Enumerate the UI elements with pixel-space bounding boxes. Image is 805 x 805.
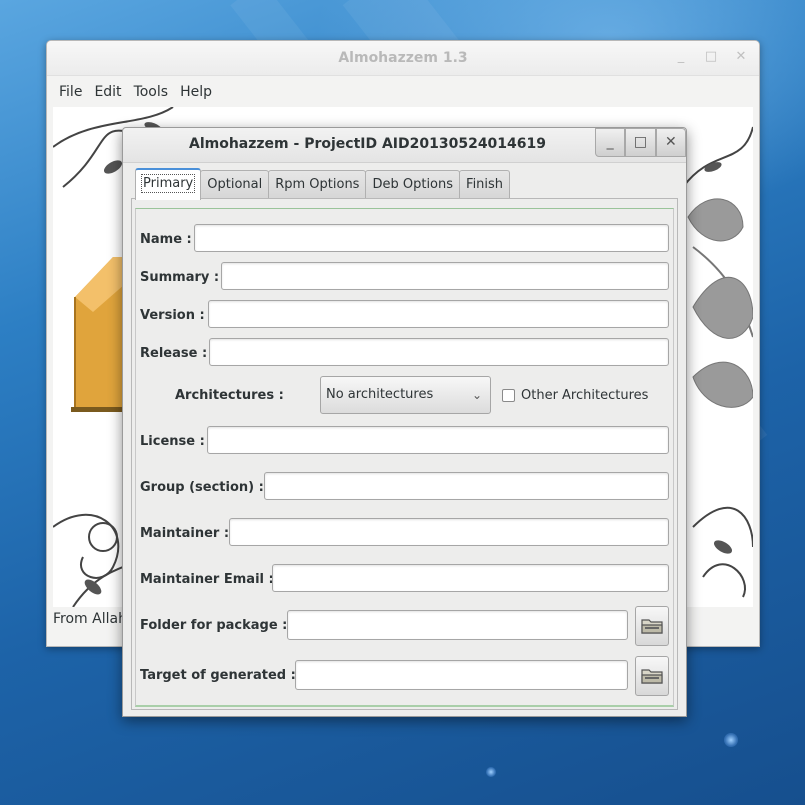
dialog-close-button[interactable]: ✕ [655,128,686,157]
tab-label: Rpm Options [275,177,360,192]
license-input[interactable] [207,426,669,454]
license-label: License : [140,434,205,449]
menu-tools[interactable]: Tools [128,84,175,100]
other-architectures-checkbox[interactable] [502,389,515,402]
tab-primary[interactable]: Primary [135,168,202,200]
release-label: Release : [140,346,208,361]
form-frame: Name : Summary : Version : Release : Arc… [135,208,674,707]
main-maximize-button[interactable]: □ [703,49,719,65]
menubar: File Edit Tools Help [47,76,759,108]
main-minimize-button[interactable]: _ [673,49,689,65]
menu-help[interactable]: Help [174,84,218,100]
status-text: From Allah [53,611,127,627]
tab-finish[interactable]: Finish [459,170,511,199]
tab-label: Primary [140,174,196,193]
tab-deb-options[interactable]: Deb Options [365,170,461,199]
main-window-title: Almohazzem 1.3 [338,50,468,66]
folder-icon [641,669,663,684]
folder-browse-button[interactable] [635,606,669,646]
maintainer-input[interactable] [229,518,669,546]
maintainer-email-input[interactable] [272,564,669,592]
main-close-button[interactable]: ✕ [733,49,749,65]
version-label: Version : [140,308,205,323]
tab-rpm-options[interactable]: Rpm Options [268,170,367,199]
architectures-combo[interactable]: No architectures ⌄ [320,376,491,414]
primary-tab-panel: Name : Summary : Version : Release : Arc… [131,198,678,710]
tab-bar: Primary Optional Rpm Options Deb Options… [135,168,511,200]
menu-edit[interactable]: Edit [88,84,127,100]
name-input[interactable] [194,224,669,252]
folder-input[interactable] [287,610,628,640]
other-architectures-label[interactable]: Other Architectures [521,388,648,403]
target-browse-button[interactable] [635,656,669,696]
summary-input[interactable] [221,262,669,290]
target-label: Target of generated : [140,668,296,683]
group-label: Group (section) : [140,480,264,495]
dialog-minimize-button[interactable]: _ [595,128,626,157]
main-titlebar[interactable]: Almohazzem 1.3 _ □ ✕ [47,41,759,76]
version-input[interactable] [208,300,669,328]
architectures-selected-value: No architectures [326,387,434,402]
wallpaper-sparkle [486,767,496,777]
wallpaper-sparkle [724,733,738,747]
name-label: Name : [140,232,192,247]
architectures-label: Architectures : [175,388,284,403]
chevron-down-icon: ⌄ [471,388,482,402]
project-dialog: Almohazzem - ProjectID AID20130524014619… [122,127,687,717]
tab-optional[interactable]: Optional [200,170,270,199]
dialog-window-controls: _ □ ✕ [595,128,686,157]
target-input[interactable] [295,660,628,690]
group-input[interactable] [264,472,669,500]
release-input[interactable] [209,338,669,366]
tab-label: Deb Options [372,177,454,192]
tab-label: Optional [207,177,263,192]
dialog-maximize-button[interactable]: □ [625,128,656,157]
maintainer-label: Maintainer : [140,526,230,541]
tab-label: Finish [466,177,504,192]
summary-label: Summary : [140,270,220,285]
maintainer-email-label: Maintainer Email : [140,572,274,587]
dialog-titlebar[interactable]: Almohazzem - ProjectID AID20130524014619… [123,128,686,163]
menu-file[interactable]: File [53,84,88,100]
folder-icon [641,619,663,634]
dialog-title: Almohazzem - ProjectID AID20130524014619 [189,136,547,152]
folder-label: Folder for package : [140,618,288,633]
